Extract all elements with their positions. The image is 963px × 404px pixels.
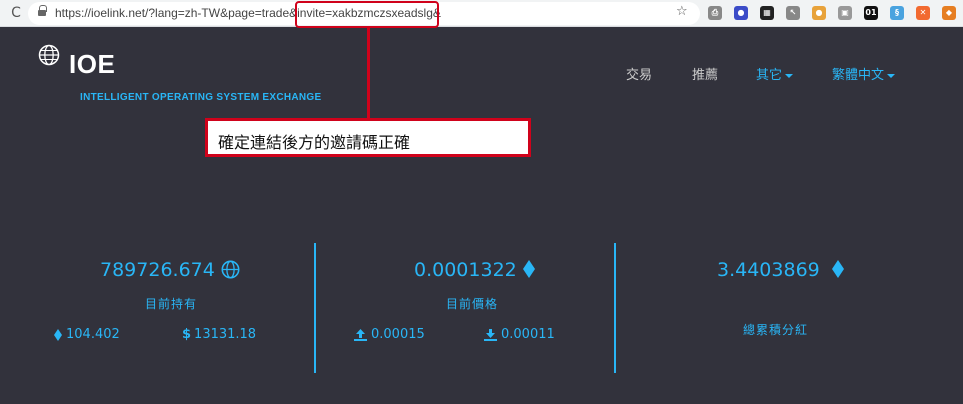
column-divider [314, 243, 316, 373]
price-amount: 0.0001322 [414, 259, 517, 281]
cookie-icon[interactable]: ● [812, 6, 826, 20]
nav-referral[interactable]: 推薦 [692, 64, 718, 83]
price-down-value: 0.00011 [501, 327, 555, 342]
price-up-value: 0.00015 [371, 327, 425, 342]
dividend-value: 3.4403869 [717, 259, 844, 281]
nav-other-label: 其它 [756, 68, 783, 83]
invite-code-highlight [295, 1, 439, 28]
ethereum-icon [522, 260, 535, 278]
holding-usd: $13131.18 [182, 327, 256, 342]
browser-toolbar: C https://ioelink.net/?lang=zh-TW&page=t… [0, 0, 963, 27]
image-icon[interactable]: ▣ [838, 6, 852, 20]
chevron-down-icon [887, 73, 896, 78]
holding-label: 目前持有 [145, 297, 198, 311]
bookmark-star-icon[interactable]: ☆ [676, 4, 688, 19]
circle-logo-icon[interactable]: ● [734, 6, 748, 20]
callout-text: 確定連結後方的邀請碼正確 [218, 133, 411, 152]
holding-eth-value: 104.402 [66, 327, 120, 342]
ethereum-icon [831, 260, 844, 278]
dividend-amount: 3.4403869 [717, 259, 820, 281]
price-up: 0.00015 [354, 327, 425, 342]
price-label: 目前價格 [446, 297, 499, 311]
shield-blue-icon[interactable]: § [890, 6, 904, 20]
dividend-label: 總累積分紅 [743, 323, 809, 337]
chevron-down-icon [785, 73, 794, 78]
holding-value: 789726.674 [100, 259, 240, 281]
globe-logo-icon [38, 44, 60, 66]
fox-icon[interactable]: ◆ [942, 6, 956, 20]
nav-trade[interactable]: 交易 [626, 64, 652, 83]
binary-icon[interactable]: 01 [864, 6, 878, 20]
upload-icon [354, 328, 367, 341]
download-icon [484, 328, 497, 341]
callout-connector [367, 28, 370, 118]
cursor-icon[interactable]: ↖ [786, 6, 800, 20]
nav-language-label: 繁體中文 [832, 68, 885, 83]
annotation-callout: 確定連結後方的邀請碼正確 [205, 118, 531, 157]
ethereum-icon [54, 328, 62, 341]
column-divider [614, 243, 616, 373]
qr-icon[interactable]: ▦ [760, 6, 774, 20]
price-down: 0.00011 [484, 327, 555, 342]
tagline: INTELLIGENT OPERATING SYSTEM EXCHANGE [80, 92, 322, 103]
nav-other-dropdown[interactable]: 其它 [756, 64, 794, 83]
reload-icon[interactable]: C [7, 4, 25, 22]
dollar-icon: $ [182, 327, 192, 342]
globe-icon [221, 260, 240, 279]
puzzle-orange-icon[interactable]: ✕ [916, 6, 930, 20]
holding-amount: 789726.674 [100, 259, 215, 281]
price-value: 0.0001322 [414, 259, 535, 281]
nav-language-dropdown[interactable]: 繁體中文 [832, 64, 896, 83]
holding-eth: 104.402 [54, 327, 120, 342]
logo-text[interactable]: IOE [69, 49, 115, 80]
holding-usd-value: 13131.18 [194, 327, 257, 342]
print-icon[interactable]: ⎙ [708, 6, 722, 20]
lock-icon [38, 5, 47, 17]
